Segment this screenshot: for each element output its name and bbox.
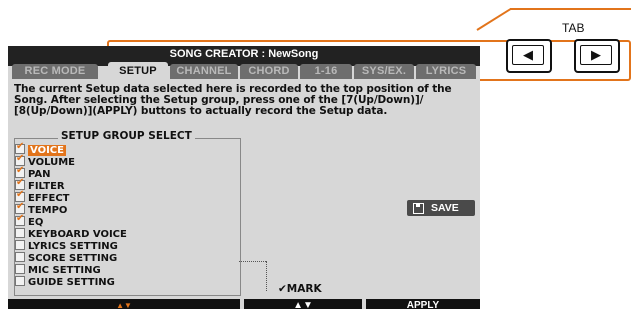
window-title: SONG CREATOR : NewSong	[169, 48, 319, 60]
bottom-button-up-down-mark[interactable]: ▲▼	[244, 299, 362, 309]
setup-group-title: SETUP GROUP SELECT	[58, 130, 195, 142]
dotted-guide-line	[239, 261, 266, 263]
callout-line	[476, 7, 512, 31]
floppy-disk-icon	[413, 203, 424, 214]
setup-item-keyboard-voice[interactable]: KEYBOARD VOICE	[15, 228, 127, 240]
setup-item-score-setting[interactable]: SCORE SETTING	[15, 252, 117, 264]
tab-sys-ex[interactable]: SYS/EX.	[354, 64, 414, 79]
checkbox-icon: ✔	[15, 213, 25, 226]
tab-right-button[interactable]: ▶	[574, 39, 620, 73]
dotted-guide-line-vertical	[266, 261, 268, 291]
checkbox-icon	[15, 264, 25, 274]
mark-label: ✔MARK	[278, 283, 322, 295]
tab-lyrics[interactable]: LYRICS	[416, 64, 476, 79]
tab-callout-label: TAB	[562, 21, 585, 35]
setup-item-guide-setting[interactable]: GUIDE SETTING	[15, 276, 115, 288]
setup-item-mic-setting[interactable]: MIC SETTING	[15, 264, 101, 276]
save-button[interactable]: SAVE	[407, 200, 475, 216]
checkbox-icon	[15, 240, 25, 250]
setup-item-eq[interactable]: ✔ EQ	[15, 213, 43, 228]
setup-item-lyrics-setting[interactable]: LYRICS SETTING	[15, 240, 118, 252]
title-bar: SONG CREATOR : NewSong	[8, 46, 480, 66]
left-arrow-icon: ◀	[512, 45, 544, 65]
apply-button[interactable]: APPLY	[366, 299, 480, 309]
checkbox-icon	[15, 252, 25, 262]
up-down-arrow-icon: ▲▼	[116, 301, 132, 309]
tab-setup[interactable]: SETUP	[108, 62, 168, 80]
description-text: The current Setup data selected here is …	[14, 83, 452, 117]
tab-channel[interactable]: CHANNEL	[170, 64, 238, 79]
checkbox-icon	[15, 228, 25, 238]
song-creator-screen: SONG CREATOR : NewSong REC MODE SETUP CH…	[8, 46, 480, 309]
tab-left-button[interactable]: ◀	[506, 39, 552, 73]
callout-line-top	[510, 8, 631, 10]
right-arrow-icon: ▶	[580, 45, 612, 65]
up-down-arrow-icon: ▲▼	[293, 300, 313, 309]
bottom-button-up-down-left[interactable]: ▲▼	[8, 299, 240, 309]
tab-rec-mode[interactable]: REC MODE	[12, 64, 98, 79]
tab-1-16[interactable]: 1-16	[300, 64, 352, 79]
tab-chord[interactable]: CHORD	[240, 64, 298, 79]
checkbox-icon	[15, 276, 25, 286]
